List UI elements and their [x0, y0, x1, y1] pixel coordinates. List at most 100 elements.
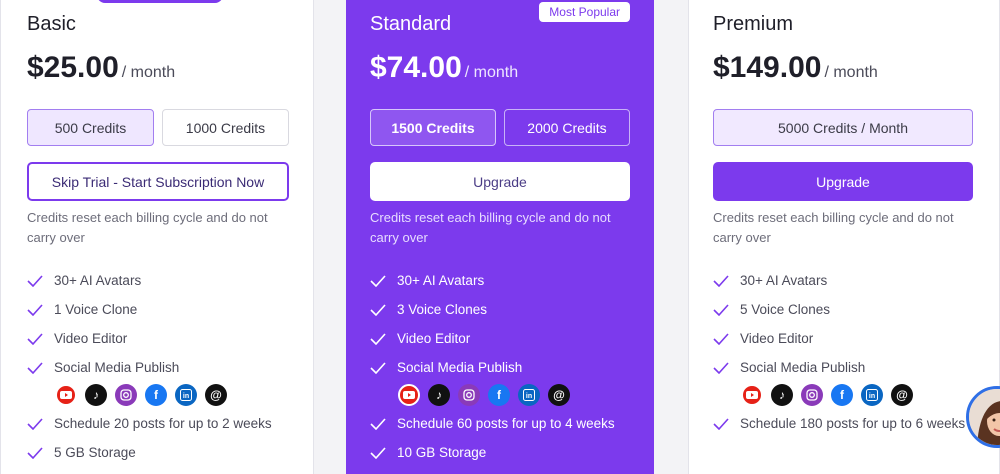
- check-icon: [713, 358, 740, 378]
- tiktok-icon: ♪: [428, 384, 450, 406]
- feature-text: 30+ AI Avatars: [740, 273, 828, 288]
- plan-name: Premium: [713, 13, 794, 35]
- facebook-icon: f: [145, 384, 167, 406]
- linkedin-icon: in: [518, 384, 540, 406]
- feature-item: Schedule 180 posts for up to 6 weeks: [713, 414, 973, 434]
- feature-item: 30+ AI Avatars: [370, 271, 630, 291]
- card-top-accent: [97, 0, 223, 3]
- svg-text:in: in: [526, 393, 532, 400]
- feature-text: 1 Voice Clone: [54, 302, 138, 317]
- plan-card-basic: Basic $25.00/ month 500 Credits 1000 Cre…: [0, 0, 314, 474]
- feature-list: 30+ AI Avatars 5 Voice Clones Video Edit…: [713, 271, 973, 443]
- feature-item: 30+ AI Avatars: [713, 271, 973, 291]
- instagram-icon: [115, 384, 137, 406]
- instagram-icon: [801, 384, 823, 406]
- facebook-icon: f: [488, 384, 510, 406]
- social-icons: ♪ f in @: [55, 384, 289, 406]
- check-icon: [713, 300, 740, 320]
- price-amount: $74.00: [370, 51, 462, 84]
- feature-text: Schedule 180 posts for up to 6 weeks: [740, 416, 966, 431]
- linkedin-icon: in: [861, 384, 883, 406]
- youtube-icon: [398, 384, 420, 406]
- check-icon: [27, 443, 54, 463]
- credits-note: Credits reset each billing cycle and do …: [370, 210, 611, 245]
- feature-item: 30+ AI Avatars: [27, 271, 289, 291]
- most-popular-badge: Most Popular: [539, 2, 630, 22]
- price-period: / month: [824, 64, 878, 81]
- upgrade-button[interactable]: Upgrade: [713, 162, 973, 201]
- feature-item: Schedule 20 posts for up to 2 weeks: [27, 414, 289, 434]
- skip-trial-subscribe-button[interactable]: Skip Trial - Start Subscription Now: [27, 162, 289, 201]
- credit-options: 1500 Credits 2000 Credits: [370, 109, 630, 146]
- check-icon: [370, 300, 397, 320]
- check-icon: [370, 329, 397, 349]
- feature-text: 3 Voice Clones: [397, 302, 488, 317]
- feature-item: Social Media Publish: [713, 358, 973, 378]
- check-icon: [27, 358, 54, 378]
- feature-text: Schedule 20 posts for up to 2 weeks: [54, 416, 272, 431]
- plan-price: $25.00/ month: [27, 51, 175, 85]
- check-icon: [27, 329, 54, 349]
- feature-item: Video Editor: [713, 329, 973, 349]
- credit-options: 5000 Credits / Month: [713, 109, 973, 146]
- credit-option-5000[interactable]: 5000 Credits / Month: [713, 109, 973, 146]
- check-icon: [370, 443, 397, 463]
- feature-item: 1 Voice Clone: [27, 300, 289, 320]
- feature-item: Schedule 60 posts for up to 4 weeks: [370, 414, 630, 434]
- feature-item: Social Media Publish: [27, 358, 289, 378]
- plan-name: Standard: [370, 13, 452, 35]
- credit-options: 500 Credits 1000 Credits: [27, 109, 289, 146]
- feature-list: 30+ AI Avatars 1 Voice Clone Video Edito…: [27, 271, 289, 472]
- feature-item: 5 GB Storage: [27, 443, 289, 463]
- svg-text:in: in: [869, 393, 875, 400]
- check-icon: [370, 358, 397, 378]
- feature-text: 5 GB Storage: [54, 445, 136, 460]
- check-icon: [27, 300, 54, 320]
- credits-note: Credits reset each billing cycle and do …: [713, 210, 954, 245]
- feature-item: Video Editor: [370, 329, 630, 349]
- credit-option-1000[interactable]: 1000 Credits: [162, 109, 289, 146]
- feature-text: Social Media Publish: [54, 360, 180, 375]
- threads-icon: @: [891, 384, 913, 406]
- credit-option-500[interactable]: 500 Credits: [27, 109, 154, 146]
- linkedin-icon: in: [175, 384, 197, 406]
- feature-text: Video Editor: [54, 331, 128, 346]
- feature-item: 10 GB Storage: [370, 443, 630, 463]
- threads-icon: @: [205, 384, 227, 406]
- feature-text: Video Editor: [397, 331, 471, 346]
- price-period: / month: [121, 64, 176, 81]
- feature-item: Video Editor: [27, 329, 289, 349]
- plan-price: $74.00/ month: [370, 51, 518, 85]
- feature-text: Video Editor: [740, 331, 814, 346]
- social-icons: ♪ f in @: [741, 384, 973, 406]
- feature-text: 10 GB Storage: [397, 445, 487, 460]
- feature-text: Social Media Publish: [740, 360, 866, 375]
- upgrade-button[interactable]: Upgrade: [370, 162, 630, 201]
- threads-icon: @: [548, 384, 570, 406]
- check-icon: [713, 271, 740, 291]
- price-amount: $149.00: [713, 51, 822, 84]
- plan-card-standard: Standard Most Popular $74.00/ month 1500…: [346, 0, 654, 474]
- feature-list: 30+ AI Avatars 3 Voice Clones Video Edit…: [370, 271, 630, 472]
- youtube-icon: [55, 384, 77, 406]
- feature-text: 5 Voice Clones: [740, 302, 831, 317]
- svg-text:in: in: [183, 393, 189, 400]
- check-icon: [713, 329, 740, 349]
- check-icon: [27, 271, 54, 291]
- check-icon: [713, 414, 740, 434]
- facebook-icon: f: [831, 384, 853, 406]
- credit-option-1500[interactable]: 1500 Credits: [370, 109, 496, 146]
- instagram-icon: [458, 384, 480, 406]
- feature-item: Social Media Publish: [370, 358, 630, 378]
- feature-text: 30+ AI Avatars: [397, 273, 485, 288]
- youtube-icon: [741, 384, 763, 406]
- social-icons: ♪ f in @: [398, 384, 630, 406]
- check-icon: [370, 414, 397, 434]
- plan-card-premium: Premium $149.00/ month 5000 Credits / Mo…: [688, 0, 1000, 474]
- feature-item: 3 Voice Clones: [370, 300, 630, 320]
- credit-option-2000[interactable]: 2000 Credits: [504, 109, 630, 146]
- check-icon: [27, 414, 54, 434]
- tiktok-icon: ♪: [771, 384, 793, 406]
- tiktok-icon: ♪: [85, 384, 107, 406]
- price-period: / month: [464, 64, 519, 81]
